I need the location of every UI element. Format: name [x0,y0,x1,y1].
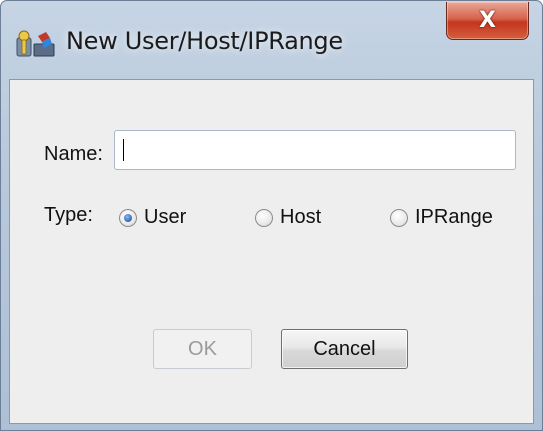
text-caret [123,139,124,161]
dialog-body: Name: Type: User Host IPRange OK Cancel [9,79,534,424]
radio-iprange[interactable]: IPRange [390,206,493,229]
title-bar[interactable]: New User/Host/IPRange X [1,1,542,79]
dialog-window: New User/Host/IPRange X Name: Type: User… [0,0,543,431]
type-label: Type: [44,204,93,226]
window-title: New User/Host/IPRange [66,27,343,55]
user-host-key-icon [16,30,55,57]
close-button[interactable]: X [446,2,529,40]
close-icon: X [479,8,496,33]
radio-user-indicator[interactable] [119,208,137,227]
radio-iprange-indicator[interactable] [390,208,408,227]
name-label: Name: [44,143,103,165]
radio-host-label: Host [280,206,322,228]
name-input[interactable] [114,130,516,170]
radio-host[interactable]: Host [255,206,321,229]
radio-user-label: User [144,206,187,228]
ok-button[interactable]: OK [153,329,252,369]
cancel-button[interactable]: Cancel [281,329,408,369]
radio-host-indicator[interactable] [255,208,273,227]
radio-iprange-label: IPRange [415,206,493,228]
radio-user[interactable]: User [119,206,186,229]
